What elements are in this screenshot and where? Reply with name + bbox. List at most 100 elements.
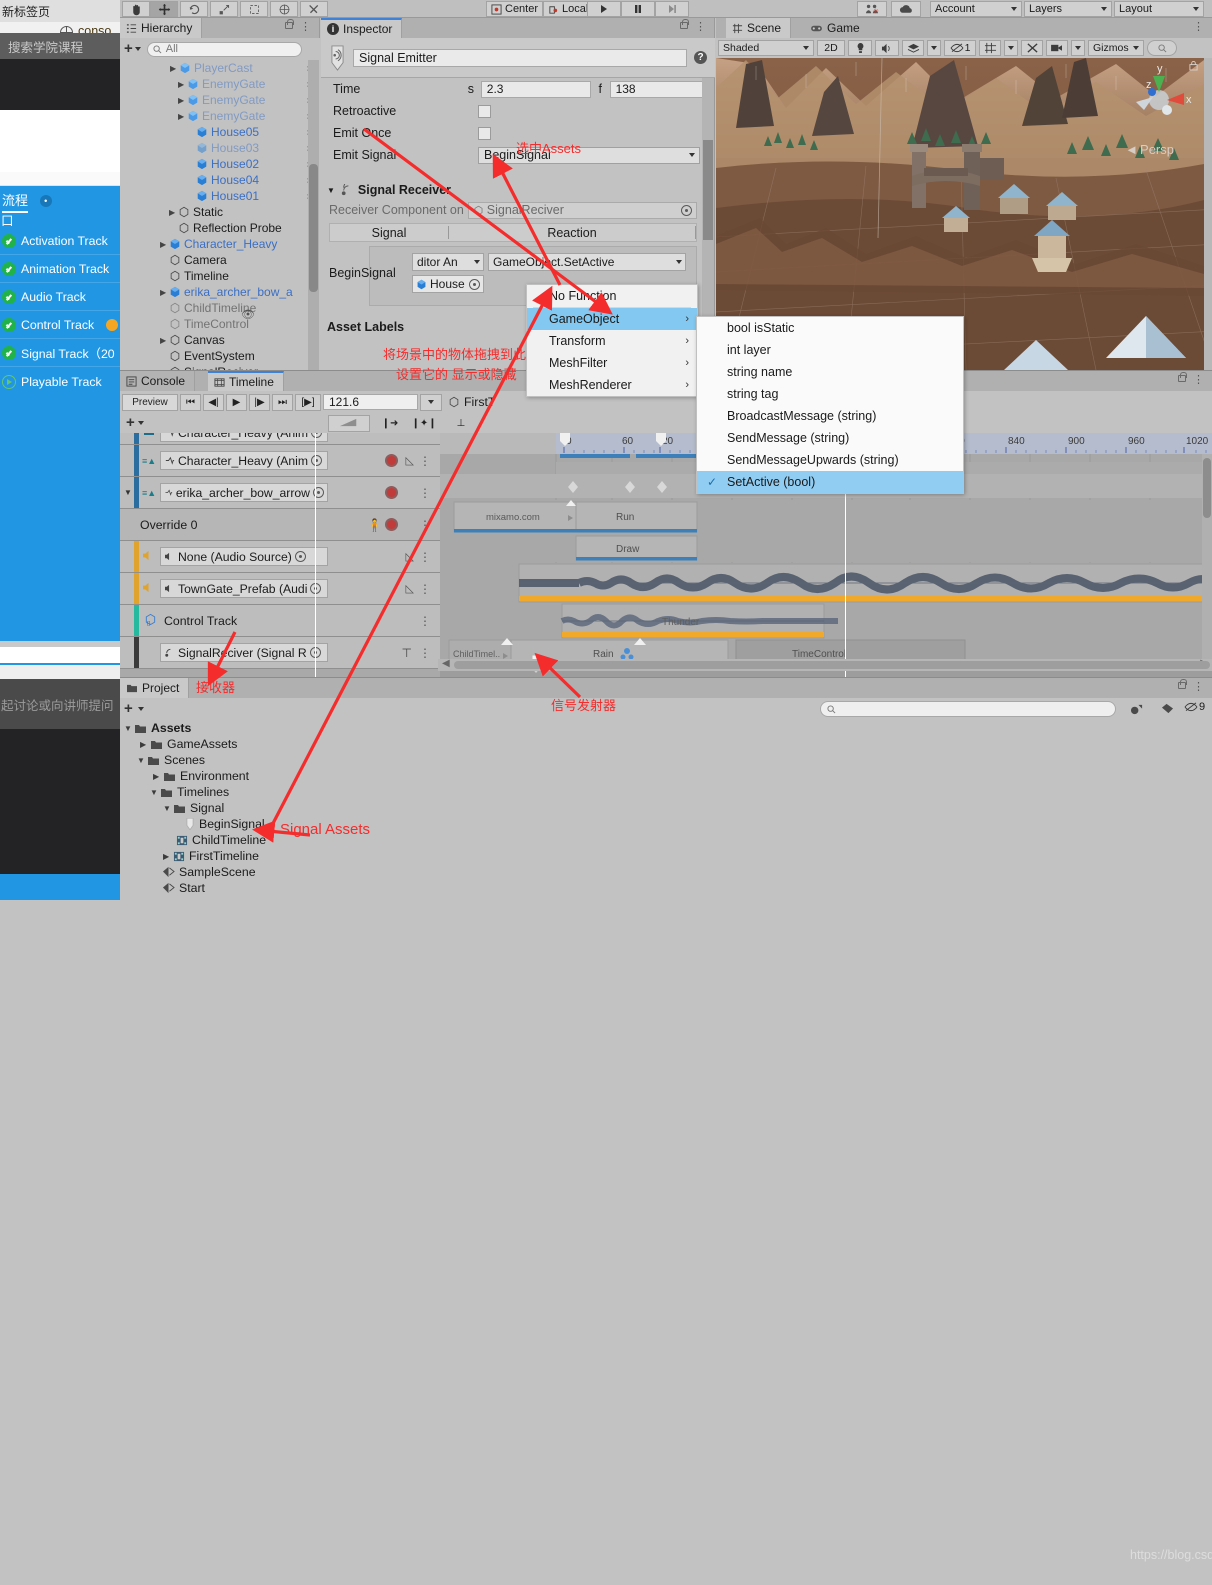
collab-icon[interactable]: ✳ [857, 1, 887, 17]
signal-receiver-header[interactable]: ▼ Signal Receiver [321, 180, 703, 200]
submenu-item-setactive[interactable]: ✓ SetActive (bool) [697, 471, 963, 493]
track-menu-icon[interactable]: ⋮ [419, 550, 431, 564]
curve-icon[interactable]: ◺ [406, 582, 414, 595]
expand-triangle-icon[interactable]: ▶ [160, 288, 169, 297]
track-zoom-slider[interactable] [328, 414, 370, 432]
timeline-vscroll-thumb[interactable] [1203, 458, 1211, 518]
chevron-down-icon[interactable] [134, 47, 141, 51]
collapse-triangle-icon[interactable]: ▼ [150, 788, 160, 797]
timeline-track-list[interactable]: ▬ Character_Heavy (Anim ≡▲ Character_Hea… [120, 433, 440, 678]
emit-once-checkbox[interactable] [478, 126, 491, 140]
hierarchy-item-timecontrol[interactable]: TimeControl [120, 316, 320, 332]
panel-menu-icon[interactable]: ⋮ [1193, 375, 1204, 386]
move-tool-button[interactable] [150, 1, 178, 17]
hierarchy-item-canvas[interactable]: ▶ Canvas [120, 332, 320, 348]
tab-inspector[interactable]: i Inspector [321, 18, 403, 38]
tab-scene[interactable]: Scene [726, 18, 792, 38]
track-row[interactable]: TownGate_Prefab (Audi ◺ ⋮ [120, 573, 440, 605]
menu-item-gameobject[interactable]: GameObject › [527, 308, 697, 330]
cloud-icon[interactable] [891, 1, 921, 17]
submenu-item-name[interactable]: string name [697, 361, 963, 383]
pin-icon[interactable]: ⊤ [402, 646, 412, 660]
scene-audio-toggle[interactable] [875, 40, 899, 56]
next-frame-button[interactable]: |▶ [249, 393, 270, 411]
submenu-item-broadcastmessage[interactable]: BroadcastMessage (string) [697, 405, 963, 427]
step-button[interactable] [655, 1, 689, 17]
hierarchy-search-input[interactable]: All [146, 41, 302, 57]
curve-icon[interactable]: ◺ [406, 454, 414, 467]
collapse-triangle-icon[interactable]: ▼ [124, 724, 134, 733]
collapse-triangle-icon[interactable]: ▼ [163, 804, 173, 813]
add-object-button[interactable]: + [124, 41, 133, 56]
hierarchy-item-static[interactable]: ▶ Static [120, 204, 320, 220]
project-item-samplescene[interactable]: SampleScene [120, 864, 1212, 880]
gameobject-submenu[interactable]: bool isStatic int layer string name stri… [696, 316, 964, 494]
hierarchy-item-eventsystem[interactable]: EventSystem [120, 348, 320, 364]
rotate-tool-button[interactable] [180, 1, 208, 17]
track-menu-icon[interactable]: ⋮ [419, 582, 431, 596]
hierarchy-item-erika-archer[interactable]: ▶ erika_archer_bow_a [120, 284, 320, 300]
object-picker-icon[interactable] [311, 433, 323, 438]
hierarchy-item-timeline[interactable]: Timeline [120, 268, 320, 284]
time-seconds-input[interactable]: 2.3 [480, 80, 591, 98]
panel-menu-icon[interactable]: ⋮ [1193, 22, 1204, 33]
track-menu-icon[interactable]: ⋮ [419, 614, 431, 628]
scene-search-input[interactable] [1147, 40, 1177, 56]
play-timeline-button[interactable]: ▶ [226, 393, 247, 411]
scene-camera-button[interactable] [1046, 40, 1068, 56]
expand-triangle-icon[interactable]: ▶ [178, 80, 187, 89]
scene-lighting-toggle[interactable] [848, 40, 872, 56]
submenu-item-layer[interactable]: int layer [697, 339, 963, 361]
object-picker-icon[interactable] [311, 455, 323, 466]
submenu-item-sendmessageupwards[interactable]: SendMessageUpwards (string) [697, 449, 963, 471]
track-menu-icon[interactable]: ⋮ [419, 486, 431, 500]
target-object-field[interactable]: House [412, 275, 484, 293]
tab-timeline[interactable]: Timeline [208, 371, 284, 391]
scene-tools-button[interactable] [1021, 40, 1043, 56]
timeline-playhead[interactable] [315, 433, 316, 678]
add-track-button[interactable]: + [126, 415, 135, 430]
hierarchy-item-enemygate-2[interactable]: ▶ EnemyGate › [120, 92, 320, 108]
hierarchy-item-childtimeline[interactable]: ChildTimeline [120, 300, 320, 316]
expand-triangle-icon[interactable]: ▶ [163, 852, 173, 861]
event-mode-dropdown[interactable]: ditor An [412, 253, 484, 271]
scene-grid-dropdown[interactable] [1004, 40, 1018, 56]
layout-dropdown[interactable]: Layout [1114, 1, 1204, 17]
menu-item-meshfilter[interactable]: MeshFilter › [527, 352, 697, 374]
track-menu-icon[interactable]: ⋮ [419, 454, 431, 468]
timeline-hscroll-thumb[interactable] [454, 661, 1210, 669]
hierarchy-list[interactable]: ▶ PlayerCast › ▶ EnemyGate › ▶ EnemyGate… [120, 60, 320, 370]
track-row[interactable]: Override 0 🧍 ⋮ [120, 509, 440, 541]
expand-triangle-icon[interactable]: ▶ [170, 64, 179, 73]
course-item-audio-track[interactable]: Audio Track [0, 284, 120, 311]
prev-frame-button[interactable]: ◀| [203, 393, 224, 411]
course-item-signal-track[interactable]: Signal Track（20 [0, 340, 120, 367]
timeline-time-input[interactable]: 121.6 [323, 394, 418, 410]
tab-hierarchy[interactable]: Hierarchy [120, 18, 203, 38]
project-item-firsttimeline[interactable]: ▶ FirstTimeline [120, 848, 1212, 864]
layers-dropdown[interactable]: Layers [1024, 1, 1112, 17]
search-course-input[interactable]: 搜索学院课程 [0, 33, 120, 59]
course-item-animation-track[interactable]: Animation Track [0, 256, 120, 283]
first-frame-button[interactable]: ⏮ [180, 393, 201, 411]
filter-by-label-icon[interactable] [1154, 701, 1180, 717]
time-frames-input[interactable]: 138 [609, 80, 703, 98]
object-picker-icon[interactable] [469, 278, 480, 290]
timeline-asset-field[interactable]: FirstT [448, 395, 495, 409]
project-item-start[interactable]: Start [120, 880, 1212, 896]
project-item-scenes[interactable]: ▼ Scenes [120, 752, 1212, 768]
inspector-scroll-thumb[interactable] [703, 140, 713, 240]
expand-triangle-icon[interactable]: ▶ [160, 336, 169, 345]
menu-item-transform[interactable]: Transform › [527, 330, 697, 352]
expand-triangle-icon[interactable]: ▶ [153, 772, 163, 781]
lock-icon[interactable] [1178, 679, 1187, 689]
panel-menu-icon[interactable]: ⋮ [695, 22, 706, 33]
tab-project[interactable]: Project [120, 678, 190, 698]
tab-console[interactable]: Console [120, 371, 196, 391]
avatar-mask-icon[interactable]: 🧍 [367, 518, 382, 532]
track-row[interactable]: ▼ ≡▲ erika_archer_bow_arrow ⋮ [120, 477, 440, 509]
preview-button[interactable]: Preview [122, 393, 178, 411]
align-start-button[interactable]: ❙➜ [376, 415, 404, 432]
browser-tab[interactable]: 新标签页 [0, 0, 120, 22]
retroactive-checkbox[interactable] [478, 104, 491, 118]
